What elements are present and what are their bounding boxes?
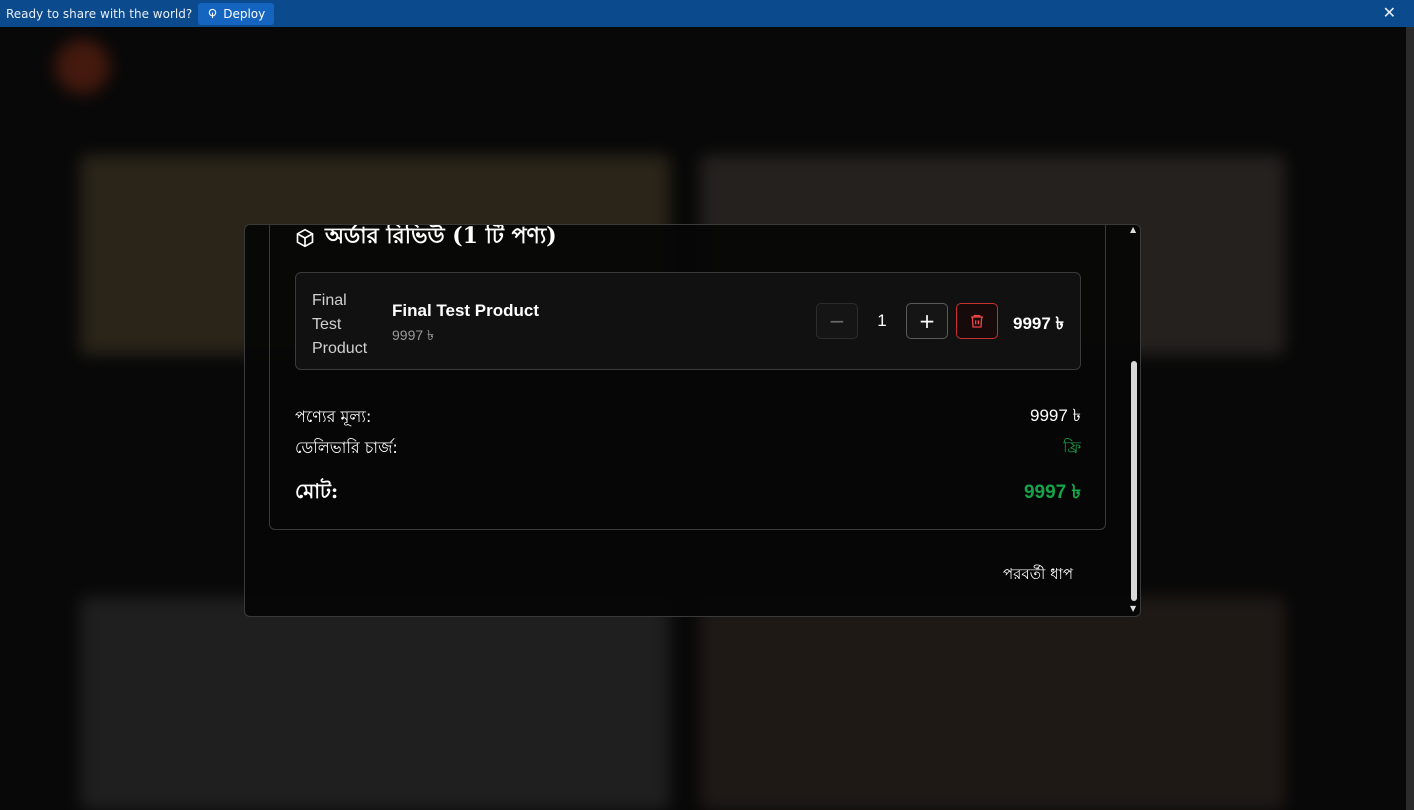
- product-price-value: 9997 ৳: [1029, 406, 1081, 425]
- modal-scrollbar-thumb[interactable]: [1131, 361, 1137, 601]
- total-label: মোট:: [295, 479, 339, 503]
- scroll-up-arrow[interactable]: ▲: [1130, 225, 1136, 234]
- next-step-button[interactable]: পরবর্তী ধাপ: [997, 559, 1079, 592]
- summary-total-row: মোট: 9997 ৳: [295, 477, 1081, 510]
- delivery-charge-value: ফ্রি: [1063, 438, 1081, 456]
- delete-item-button[interactable]: [956, 303, 998, 339]
- quantity-value: 1: [877, 311, 887, 330]
- product-unit-price: 9997 ৳: [392, 327, 435, 343]
- decrease-quantity-button[interactable]: −: [816, 303, 858, 339]
- summary-delivery-row: ডেলিভারি চার্জ: ফ্রি: [295, 435, 1081, 462]
- increase-quantity-button[interactable]: +: [906, 303, 948, 339]
- modal-title: অর্ডার রিভিউ (1 টি পণ্য): [295, 224, 557, 256]
- product-image: Final Test Product: [312, 292, 368, 353]
- package-icon: [296, 228, 314, 247]
- scroll-down-arrow[interactable]: ▼: [1130, 604, 1136, 613]
- product-name: Final Test Product: [392, 301, 540, 320]
- modal-title-text: অর্ডার রিভিউ (1 টি পণ্য): [325, 224, 557, 249]
- delivery-charge-label: ডেলিভারি চার্জ:: [295, 438, 398, 457]
- close-icon[interactable]: ✕: [1383, 3, 1396, 22]
- cart-item-row: Final Test Product Final Test Product 99…: [295, 272, 1081, 370]
- background-card-right: [700, 597, 1285, 810]
- line-total: 9997 ৳: [1013, 314, 1065, 333]
- summary-product-price-row: পণ্যের মূল্য: 9997 ৳: [295, 403, 1081, 431]
- deploy-button-label: Deploy: [223, 6, 266, 21]
- order-review-modal: অর্ডার রিভিউ (1 টি পণ্য) Final Test Prod…: [244, 224, 1141, 617]
- background-logo: [55, 39, 110, 94]
- deploy-banner: Ready to share with the world? Deploy ✕: [0, 0, 1414, 27]
- page-scrollbar-track: [1406, 27, 1414, 810]
- deploy-banner-message: Ready to share with the world?: [6, 6, 193, 21]
- product-price-label: পণ্যের মূল্য:: [295, 406, 372, 426]
- deploy-button[interactable]: Deploy: [198, 2, 275, 25]
- cloud-upload-icon: [208, 8, 217, 19]
- background-card-left: [80, 597, 670, 810]
- total-value: 9997 ৳: [1023, 481, 1081, 503]
- trash-icon: [971, 315, 983, 328]
